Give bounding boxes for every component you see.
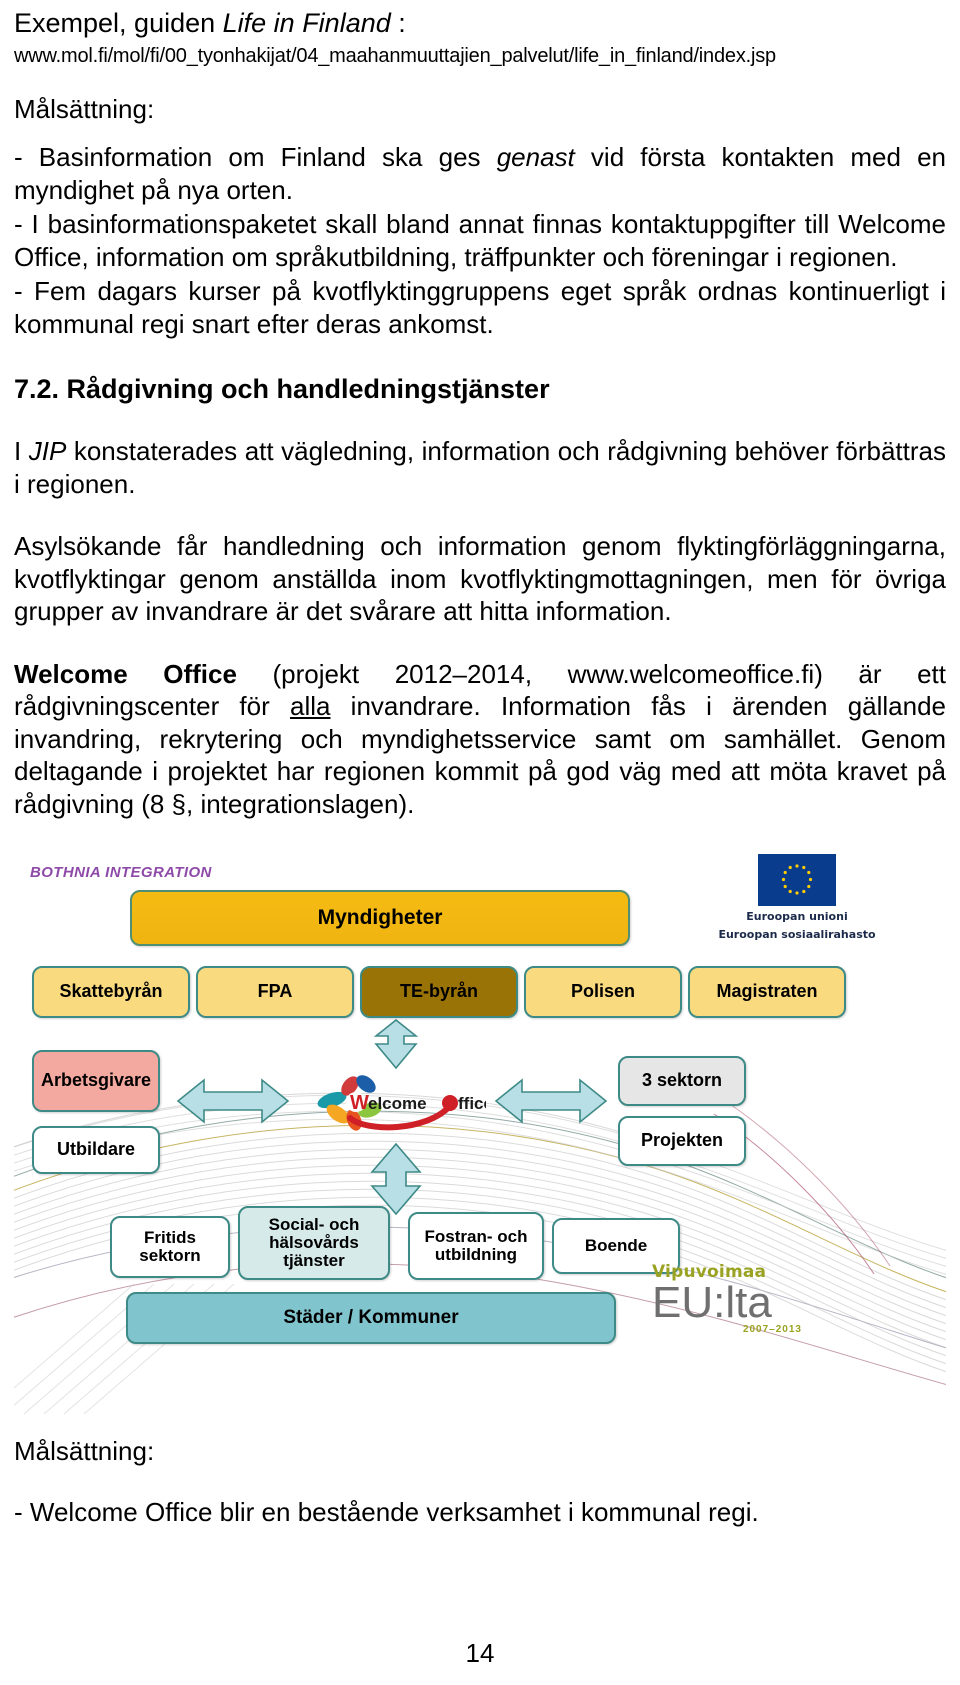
node-label: Myndigheter bbox=[317, 905, 443, 929]
bullet-text-pre: - Basinformation om Finland ska ges bbox=[14, 142, 497, 173]
node-arbetsgivare[interactable]: Arbetsgivare bbox=[32, 1050, 160, 1113]
vipuvoimaa-logo: Vipuvoimaa EU:lta 2007–2013 bbox=[652, 1262, 832, 1335]
eu-logo-line-2: Euroopan sosiaalirahasto bbox=[718, 927, 876, 941]
page-number: 14 bbox=[465, 1638, 495, 1668]
page-title-suffix: : bbox=[390, 8, 406, 38]
goal-bullet-bottom: - Welcome Office blir en bestående verks… bbox=[14, 1497, 759, 1528]
arrow-up-down-center-icon bbox=[370, 1142, 422, 1216]
node-stader-kommuner[interactable]: Städer / Kommuner bbox=[126, 1292, 616, 1345]
paragraph-pre: I bbox=[14, 436, 29, 467]
node-label: Arbetsgivare bbox=[40, 1070, 152, 1091]
node-label: Polisen bbox=[570, 981, 636, 1002]
node-fostran-utbildning[interactable]: Fostran- och utbildning bbox=[408, 1212, 544, 1281]
page-title-prefix: Exempel, guiden bbox=[14, 8, 223, 38]
node-label: Fritids sektorn bbox=[139, 1227, 201, 1266]
node-magistraten[interactable]: Magistraten bbox=[688, 966, 846, 1019]
paragraph-asylum: Asylsökande får handledning och informat… bbox=[14, 531, 946, 627]
node-fpa[interactable]: FPA bbox=[196, 966, 354, 1019]
node-utbildare[interactable]: Utbildare bbox=[32, 1126, 160, 1175]
paragraph-jip: I JIP konstaterades att vägledning, info… bbox=[14, 435, 946, 500]
eu-stars-icon bbox=[781, 864, 813, 895]
arrow-left-right-east-icon bbox=[494, 1078, 608, 1124]
node-label: Boende bbox=[584, 1235, 648, 1255]
node-fritids-sektorn[interactable]: Fritids sektorn bbox=[110, 1216, 230, 1279]
arrow-down-te-icon bbox=[373, 1019, 419, 1070]
goal-label-top: Målsättning: bbox=[14, 94, 155, 125]
node-label: Skattebyrån bbox=[59, 981, 163, 1002]
node-label: FPA bbox=[257, 981, 293, 1002]
paragraph-welcome-office: Welcome Office (projekt 2012–2014, www.w… bbox=[14, 658, 946, 821]
alla-underlined: alla bbox=[289, 691, 331, 722]
goal-label-bottom: Målsättning: bbox=[14, 1436, 155, 1467]
node-label: 3 sektorn bbox=[641, 1070, 723, 1091]
node-3-sektorn[interactable]: 3 sektorn bbox=[618, 1056, 746, 1107]
welcome-office-bold: Welcome Office bbox=[14, 658, 237, 689]
vipuvoimaa-line-2: EU:lta bbox=[652, 1278, 772, 1328]
node-label: Magistraten bbox=[716, 981, 818, 1002]
bullet-text-emphasis: genast bbox=[496, 142, 575, 173]
bullet-item: - Fem dagars kurser på kvotflyktinggrupp… bbox=[14, 276, 946, 339]
node-te-byran[interactable]: TE-byrån bbox=[360, 966, 518, 1019]
section-heading: 7.2. Rådgivning och handledningstjänster bbox=[14, 374, 550, 405]
node-label: Social- och hälsovårds tjänster bbox=[268, 1214, 360, 1271]
svg-text:ffice: ffice bbox=[458, 1094, 486, 1113]
node-label: Projekten bbox=[640, 1130, 724, 1151]
eu-logo-line-1: Euroopan unioni bbox=[746, 910, 848, 924]
node-projekten[interactable]: Projekten bbox=[618, 1116, 746, 1167]
brand-label: BOTHNIA INTEGRATION bbox=[30, 864, 212, 882]
eu-flag-icon bbox=[758, 854, 836, 907]
node-label: Utbildare bbox=[56, 1139, 135, 1160]
page-title: Exempel, guiden Life in Finland : bbox=[14, 8, 946, 39]
bothnia-integration-diagram: BOTHNIA INTEGRATION Euroopan unioni Euro… bbox=[14, 854, 946, 1415]
svg-text:W: W bbox=[350, 1092, 369, 1114]
eu-logo: Euroopan unioni Euroopan sosiaalirahasto bbox=[702, 854, 892, 942]
node-label: TE-byrån bbox=[399, 981, 478, 1002]
node-social-halsovard[interactable]: Social- och hälsovårds tjänster bbox=[238, 1206, 390, 1281]
page-title-guide-name: Life in Finland bbox=[222, 8, 391, 38]
node-polisen[interactable]: Polisen bbox=[524, 966, 682, 1019]
node-label: Städer / Kommuner bbox=[283, 1306, 459, 1328]
node-label: Fostran- och utbildning bbox=[424, 1226, 528, 1265]
document-page: Exempel, guiden Life in Finland : www.mo… bbox=[0, 8, 960, 1685]
svg-text:elcome: elcome bbox=[368, 1094, 427, 1113]
bullet-item: - I basinformationspaketet skall bland a… bbox=[14, 209, 946, 272]
jip-reference: JIP bbox=[28, 436, 67, 467]
bullet-item: - Basinformation om Finland ska ges gena… bbox=[14, 141, 946, 206]
node-myndigheter[interactable]: Myndigheter bbox=[130, 890, 630, 947]
paragraph-post: konstaterades att vägledning, informatio… bbox=[14, 436, 946, 499]
source-url: www.mol.fi/mol/fi/00_tyonhakijat/04_maah… bbox=[14, 45, 776, 68]
arrow-left-right-west-icon bbox=[176, 1078, 290, 1124]
welcome-office-petals-icon: W elcome ffice bbox=[317, 1075, 493, 1131]
node-skattebyran[interactable]: Skattebyrån bbox=[32, 966, 190, 1019]
welcome-office-logo: W elcome ffice bbox=[310, 1066, 493, 1136]
